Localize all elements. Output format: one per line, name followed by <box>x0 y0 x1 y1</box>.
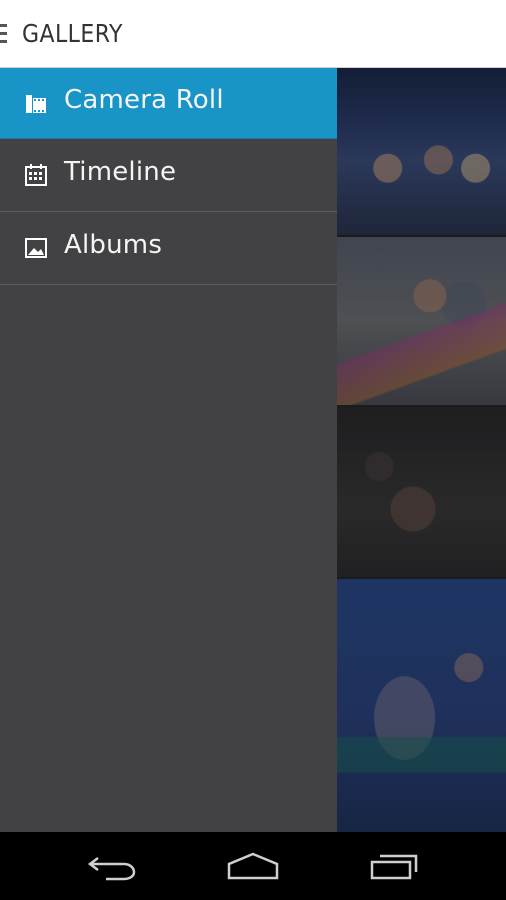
home-icon[interactable] <box>225 850 281 882</box>
page-title[interactable]: GALLERY <box>22 19 123 48</box>
drawer-item-timeline[interactable]: Timeline <box>0 139 337 212</box>
camera-roll-icon <box>24 92 48 116</box>
photo-thumbnail[interactable] <box>337 68 506 235</box>
drawer-item-label: Camera Roll <box>64 85 224 115</box>
drawer-item-label: Albums <box>64 230 163 260</box>
action-bar: GALLERY <box>0 0 506 68</box>
drawer-item-camera-roll[interactable]: Camera Roll <box>0 68 337 139</box>
recent-apps-icon[interactable] <box>366 850 422 882</box>
photo-thumbnail[interactable] <box>337 407 506 577</box>
calendar-icon <box>24 163 48 187</box>
hamburger-menu-icon[interactable] <box>0 24 8 44</box>
drawer-item-label: Timeline <box>64 157 177 187</box>
image-icon <box>24 236 48 260</box>
back-icon[interactable] <box>84 850 140 882</box>
photo-thumbnail[interactable] <box>337 237 506 405</box>
photo-thumbnail[interactable] <box>337 579 506 832</box>
system-nav-bar <box>0 832 506 900</box>
drawer-item-albums[interactable]: Albums <box>0 212 337 285</box>
navigation-drawer: Camera Roll Timeline Albums <box>0 68 337 832</box>
photo-grid <box>337 68 506 832</box>
